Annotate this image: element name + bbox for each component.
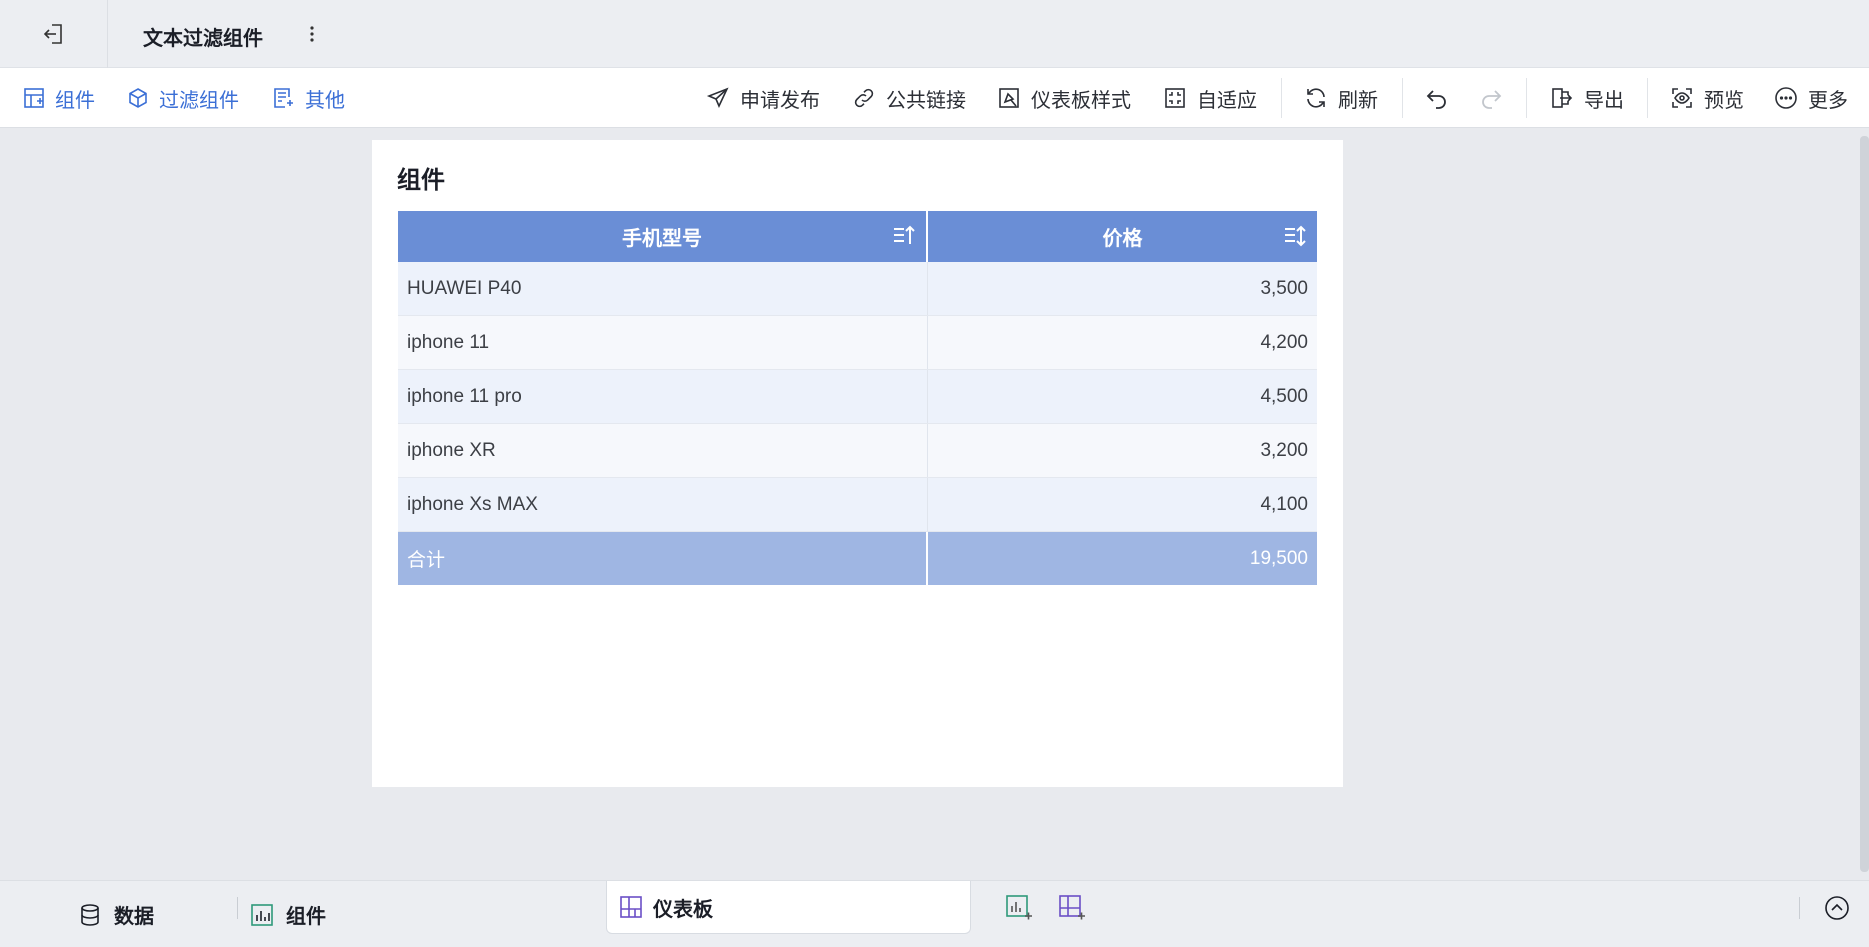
export-icon <box>1552 88 1573 108</box>
send-icon <box>706 87 729 108</box>
tab-data-label: 数据 <box>114 906 154 928</box>
export-label: 导出 <box>1584 89 1624 112</box>
vertical-scrollbar[interactable] <box>1860 136 1869 872</box>
undo-button[interactable] <box>1425 68 1459 128</box>
public-link-button[interactable]: 公共链接 <box>852 68 966 128</box>
more-label: 更多 <box>1808 89 1848 112</box>
add-dashboard-icon <box>1059 895 1085 920</box>
widget-title: 组件 <box>397 167 445 194</box>
database-icon <box>81 903 99 926</box>
column-header-price[interactable]: 价格 <box>928 211 1317 262</box>
other-widget-icon <box>274 88 293 108</box>
bottom-divider <box>1799 897 1800 919</box>
more-circle-icon <box>1775 87 1797 109</box>
cell-price: 4,100 <box>1260 493 1308 515</box>
dashboard-icon <box>620 896 642 918</box>
table-widget[interactable]: 组件 手机型号 价格 HUAWEI P40 3,500 iphone 11 4,… <box>372 140 1343 787</box>
tab-widget-label: 组件 <box>286 906 326 928</box>
bottom-bar: 数据 组件 仪表板 <box>0 880 1869 947</box>
column-header-label: 价格 <box>1102 228 1143 250</box>
cell-price: 4,500 <box>1260 385 1308 407</box>
cell-model: iphone 11 <box>398 316 928 369</box>
chevron-up-circle-icon <box>1825 896 1849 920</box>
cell-model: iphone 11 pro <box>398 370 928 423</box>
cell-model: iphone XR <box>398 424 928 477</box>
table-body: HUAWEI P40 3,500 iphone 11 4,200 iphone … <box>398 262 1317 532</box>
link-icon <box>854 88 874 108</box>
table-header: 手机型号 价格 <box>398 211 1317 262</box>
publish-button[interactable]: 申请发布 <box>706 68 820 128</box>
preview-label: 预览 <box>1704 89 1744 112</box>
adaptive-icon <box>1165 88 1185 108</box>
vertical-ellipsis-icon <box>310 26 314 42</box>
redo-icon <box>1482 90 1502 109</box>
tab-dashboard-label: 仪表板 <box>653 898 713 921</box>
table-total-row: 合计 19,500 <box>398 532 1317 585</box>
total-value: 19,500 <box>1249 547 1308 569</box>
add-widget-icon <box>24 88 44 108</box>
publish-label: 申请发布 <box>740 89 820 112</box>
add-widget-button[interactable]: 组件 <box>23 68 95 128</box>
column-header-model[interactable]: 手机型号 <box>398 211 928 262</box>
style-icon <box>999 88 1019 108</box>
tab-dashboard[interactable]: 仪表板 <box>606 881 971 934</box>
cell-model: HUAWEI P40 <box>398 262 928 315</box>
bar-chart-icon <box>251 903 273 926</box>
sort-icon[interactable] <box>1283 224 1307 248</box>
toolbar: 组件 过滤组件 其他 申请发布 公共链接 仪表板样式 自适应 刷新 导出 预览 … <box>0 68 1869 128</box>
undo-icon <box>1426 90 1446 109</box>
toolbar-divider <box>1281 78 1282 118</box>
cell-price: 3,200 <box>1260 439 1308 461</box>
redo-button[interactable] <box>1479 68 1513 128</box>
table-row[interactable]: iphone 11 pro 4,500 <box>398 370 1317 424</box>
add-other-label: 其他 <box>305 89 345 112</box>
table-row[interactable]: HUAWEI P40 3,500 <box>398 262 1317 316</box>
adaptive-button[interactable]: 自适应 <box>1163 68 1257 128</box>
cell-price: 4,200 <box>1260 331 1308 353</box>
more-button[interactable]: 更多 <box>1774 68 1848 128</box>
total-label: 合计 <box>398 532 928 585</box>
add-other-button[interactable]: 其他 <box>273 68 345 128</box>
cell-price: 3,500 <box>1260 277 1308 299</box>
bottom-divider <box>237 897 238 919</box>
data-table: 手机型号 价格 HUAWEI P40 3,500 iphone 11 4,200 <box>398 211 1317 585</box>
cell-model: iphone Xs MAX <box>398 478 928 531</box>
title-more-button[interactable] <box>302 20 322 48</box>
filter-widget-icon <box>129 88 147 108</box>
toolbar-divider <box>1402 78 1403 118</box>
table-row[interactable]: iphone Xs MAX 4,100 <box>398 478 1317 532</box>
preview-icon <box>1672 88 1692 108</box>
toolbar-divider <box>1647 78 1648 118</box>
dashboard-title: 文本过滤组件 <box>143 28 263 50</box>
export-button[interactable]: 导出 <box>1550 68 1624 128</box>
column-header-label: 手机型号 <box>622 228 702 250</box>
collapse-up-button[interactable] <box>1822 893 1852 923</box>
add-widget-tab-button[interactable] <box>1004 893 1034 923</box>
toolbar-divider <box>1526 78 1527 118</box>
dashboard-style-button[interactable]: 仪表板样式 <box>997 68 1131 128</box>
add-widget-label: 组件 <box>55 89 95 112</box>
table-row[interactable]: iphone XR 3,200 <box>398 424 1317 478</box>
table-row[interactable]: iphone 11 4,200 <box>398 316 1317 370</box>
refresh-icon <box>1307 88 1325 108</box>
public-link-label: 公共链接 <box>886 89 966 112</box>
add-dashboard-tab-button[interactable] <box>1057 893 1087 923</box>
adaptive-label: 自适应 <box>1197 89 1257 112</box>
add-filter-widget-label: 过滤组件 <box>159 89 239 112</box>
tab-widget[interactable]: 组件 <box>250 881 326 947</box>
dashboard-style-label: 仪表板样式 <box>1031 89 1131 112</box>
sort-ascending-icon[interactable] <box>892 224 916 248</box>
add-chart-icon <box>1006 895 1032 920</box>
refresh-label: 刷新 <box>1338 89 1378 112</box>
exit-icon <box>43 24 62 44</box>
add-filter-widget-button[interactable]: 过滤组件 <box>127 68 239 128</box>
tab-data[interactable]: 数据 <box>78 881 154 947</box>
preview-button[interactable]: 预览 <box>1670 68 1744 128</box>
refresh-button[interactable]: 刷新 <box>1304 68 1378 128</box>
title-bar: 文本过滤组件 <box>0 0 1869 68</box>
back-button[interactable] <box>0 0 108 68</box>
